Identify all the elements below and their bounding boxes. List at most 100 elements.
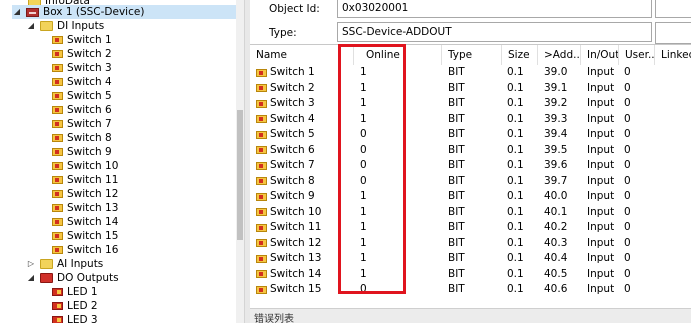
input-variable-icon (256, 270, 267, 279)
cell-addr: 39.1 (544, 81, 568, 94)
tree-item-switch[interactable]: Switch 2 (52, 47, 112, 61)
cell-addr: 39.0 (544, 66, 568, 78)
table-row[interactable]: Switch 14 1 BIT 0.1 40.5 Input 0 (250, 267, 691, 283)
tree-item-switch[interactable]: Switch 7 (52, 117, 112, 131)
column-header[interactable]: In/Out (581, 45, 619, 65)
cell-io: Input (587, 267, 615, 280)
cell-size: 0.1 (507, 143, 524, 156)
column-header[interactable]: User... (619, 45, 655, 65)
cell-user: 0 (624, 283, 631, 295)
tree-item-switch[interactable]: Switch 15 (52, 229, 118, 243)
column-header[interactable]: Linked (655, 45, 691, 65)
cell-addr: 40.2 (544, 221, 568, 233)
table-row[interactable]: Switch 7 0 BIT 0.1 39.6 Input 0 (250, 158, 691, 174)
cell-name: Switch 3 (256, 96, 315, 112)
cell-size: 0.1 (507, 190, 524, 202)
input-variable-icon (256, 223, 267, 232)
tree-item-switch[interactable]: Switch 4 (52, 75, 112, 89)
tree-item-switch[interactable]: Switch 13 (52, 201, 118, 215)
cell-size: 0.1 (507, 236, 524, 249)
table-row[interactable]: Switch 1 1 BIT 0.1 39.0 Input 0 (250, 65, 691, 81)
cell-user: 0 (624, 97, 631, 109)
collapse-icon[interactable]: ◢ (26, 19, 36, 33)
tree-item-switch[interactable]: Switch 10 (52, 159, 118, 173)
cell-user: 0 (624, 221, 631, 233)
cell-user: 0 (624, 236, 631, 249)
tree-item-box1[interactable]: ◢ Box 1 (SSC-Device) (12, 5, 236, 19)
tree-item-do-outputs[interactable]: ◢ DO Outputs (26, 271, 119, 285)
cell-name: Switch 15 (256, 282, 321, 298)
tree-item-ai-inputs[interactable]: ▷ AI Inputs (26, 257, 103, 271)
cell-user: 0 (624, 128, 631, 140)
tree-item-switch[interactable]: Switch 5 (52, 89, 112, 103)
collapse-icon[interactable]: ◢ (12, 5, 22, 19)
column-header[interactable]: >Add... (538, 45, 581, 65)
table-row[interactable]: Switch 13 1 BIT 0.1 40.4 Input 0 (250, 251, 691, 267)
cell-type: BIT (448, 267, 465, 280)
tree-item-switch[interactable]: Switch 14 (52, 215, 118, 229)
cell-user: 0 (624, 174, 631, 187)
tree-item-switch[interactable]: Switch 6 (52, 103, 112, 117)
table-row[interactable]: Switch 10 1 BIT 0.1 40.1 Input 0 (250, 205, 691, 221)
input-variable-icon (52, 176, 63, 184)
cell-name: Switch 12 (256, 236, 321, 252)
input-variable-icon (52, 204, 63, 212)
cell-type: BIT (448, 205, 465, 218)
table-row[interactable]: Switch 5 0 BIT 0.1 39.4 Input 0 (250, 127, 691, 143)
error-list-tab[interactable]: 错误列表 (254, 310, 294, 323)
cell-name: Switch 11 (256, 220, 321, 236)
table-row[interactable]: Switch 6 0 BIT 0.1 39.5 Input 0 (250, 143, 691, 159)
tree-item-switch[interactable]: Switch 1 (52, 33, 112, 47)
input-variable-icon (256, 285, 267, 294)
table-row[interactable]: Switch 4 1 BIT 0.1 39.3 Input 0 (250, 112, 691, 128)
device-box-icon (26, 7, 39, 17)
cell-type: BIT (448, 190, 465, 202)
table-row[interactable]: Switch 9 1 BIT 0.1 40.0 Input 0 (250, 189, 691, 205)
object-id-field[interactable]: 0x03020001 (337, 0, 652, 18)
tree-item-switch[interactable]: Switch 8 (52, 131, 112, 145)
field-extra-box (655, 0, 691, 18)
tree-item-switch[interactable]: Switch 9 (52, 145, 112, 159)
cell-io: Input (587, 283, 615, 295)
tree-item-led[interactable]: LED 3 (52, 313, 98, 323)
column-header[interactable]: Size (502, 45, 538, 65)
cell-user: 0 (624, 205, 631, 218)
cell-addr: 39.2 (544, 97, 568, 109)
cell-name: Switch 7 (256, 158, 315, 174)
tree-item-switch[interactable]: Switch 12 (52, 187, 118, 201)
variables-grid[interactable]: Name Online Type Size >Add... In/Out User... Li… (250, 44, 691, 308)
cell-type: BIT (448, 66, 465, 78)
column-header[interactable]: Type (442, 45, 502, 65)
table-row[interactable]: Switch 11 1 BIT 0.1 40.2 Input 0 (250, 220, 691, 236)
input-variable-icon (52, 232, 63, 240)
tree-scrollbar-thumb[interactable] (237, 110, 243, 240)
tree-item-led[interactable]: LED 2 (52, 299, 98, 313)
input-variable-icon (256, 161, 267, 170)
tree-item-switch[interactable]: Switch 16 (52, 243, 118, 257)
input-variable-icon (52, 190, 63, 198)
cell-type: BIT (448, 128, 465, 140)
type-field[interactable]: SSC-Device-ADDOUT (337, 22, 652, 42)
cell-addr: 40.5 (544, 267, 568, 280)
cell-type: BIT (448, 97, 465, 109)
solution-tree[interactable]: InfoData ◢ Box 1 (SSC-Device) ◢ DI Input… (0, 0, 236, 323)
table-row[interactable]: Switch 2 1 BIT 0.1 39.1 Input 0 (250, 81, 691, 97)
tree-item-switch[interactable]: Switch 11 (52, 173, 118, 187)
cell-io: Input (587, 252, 615, 264)
cell-io: Input (587, 81, 615, 94)
tree-item-di-inputs[interactable]: ◢ DI Inputs (26, 19, 104, 33)
cell-io: Input (587, 174, 615, 187)
cell-size: 0.1 (507, 267, 524, 280)
tree-item-led[interactable]: LED 1 (52, 285, 98, 299)
tree-item-switch[interactable]: Switch 3 (52, 61, 112, 75)
table-row[interactable]: Switch 15 0 BIT 0.1 40.6 Input 0 (250, 282, 691, 298)
folder-icon (40, 259, 53, 269)
collapse-icon[interactable]: ◢ (26, 271, 36, 285)
input-variable-icon (52, 148, 63, 156)
tree-scrollbar[interactable] (236, 0, 244, 323)
table-row[interactable]: Switch 12 1 BIT 0.1 40.3 Input 0 (250, 236, 691, 252)
error-list-bar[interactable]: 错误列表 (250, 308, 691, 323)
table-row[interactable]: Switch 3 1 BIT 0.1 39.2 Input 0 (250, 96, 691, 112)
expand-icon[interactable]: ▷ (26, 257, 36, 271)
table-row[interactable]: Switch 8 0 BIT 0.1 39.7 Input 0 (250, 174, 691, 190)
